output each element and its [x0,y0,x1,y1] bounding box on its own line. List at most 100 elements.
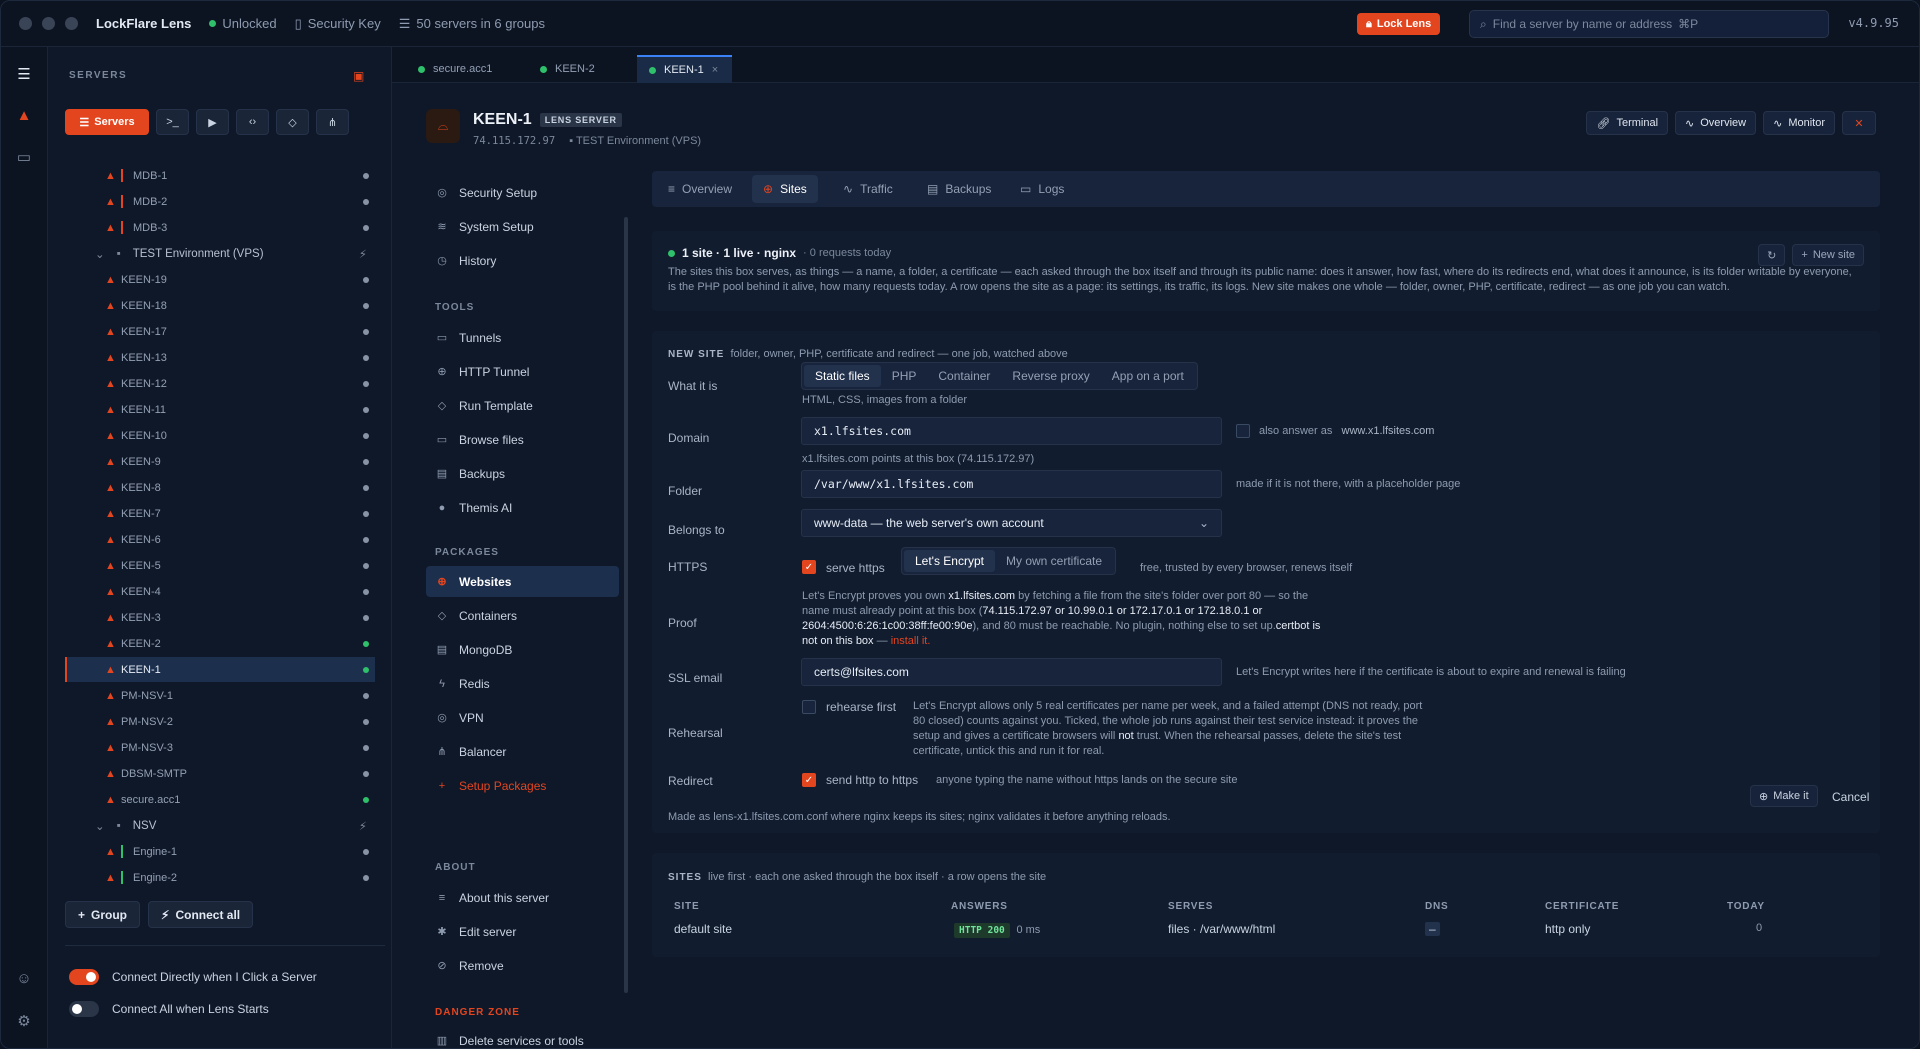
cert-option-my-own-certificate[interactable]: My own certificate [995,550,1113,572]
tab-keen-2[interactable]: KEEN-2 [528,55,646,83]
terminal-tool-button[interactable]: >_ [156,109,189,135]
code-tool-button[interactable]: ‹› [236,109,269,135]
server-row-pm-nsv-2[interactable]: ▲ PM-NSV-2 [65,709,375,734]
nav-item-mongodb[interactable]: ▤ MongoDB [426,634,619,665]
server-row-keen-19[interactable]: ▲ KEEN-19 [65,267,375,292]
add-group-button[interactable]: + Group [65,901,141,928]
nav-item-history[interactable]: ◷ History [426,245,619,276]
users-rail-icon[interactable]: ☺ [14,970,34,988]
redirect-checkbox[interactable]: ✓ [802,773,816,787]
server-row-keen-13[interactable]: ▲ KEEN-13 [65,345,375,370]
nav-item-run-template[interactable]: ◇ Run Template [426,390,619,421]
connect-all-start-toggle[interactable] [69,1001,99,1017]
server-row-keen-7[interactable]: ▲ KEEN-7 [65,501,375,526]
content-tab-sites[interactable]: ⊕ Sites [752,175,818,203]
minimize-window-button[interactable] [42,17,55,30]
nav-item-websites[interactable]: ⊕ Websites [426,566,619,597]
server-row-keen-8[interactable]: ▲ KEEN-8 [65,475,375,500]
connect-directly-toggle[interactable] [69,969,99,985]
content-tab-backups[interactable]: ▤ Backups [916,175,1002,203]
nav-item-about-this-server[interactable]: ≡ About this server [426,882,619,913]
refresh-button[interactable]: ↻ [1758,244,1786,266]
delete-services-item[interactable]: ▥ Delete services or tools [426,1025,619,1048]
nav-item-http-tunnel[interactable]: ⊕ HTTP Tunnel [426,356,619,387]
content-tab-logs[interactable]: ▭ Logs [1009,175,1075,203]
nav-item-backups[interactable]: ▤ Backups [426,458,619,489]
close-window-button[interactable] [19,17,32,30]
site-kind-app-on-a-port[interactable]: App on a port [1101,365,1195,387]
server-row-dbsm-smtp[interactable]: ▲ DBSM-SMTP [65,761,375,786]
nav-item-redis[interactable]: ϟ Redis [426,668,619,699]
server-search-input[interactable]: ⌕ Find a server by name or address ⌘P [1469,10,1829,38]
nav-item-tunnels[interactable]: ▭ Tunnels [426,322,619,353]
server-row-keen-11[interactable]: ▲ KEEN-11 [65,397,375,422]
owner-select[interactable]: www-data — the web server's own account ⌄ [801,509,1222,537]
folder-input[interactable]: /var/www/x1.lfsites.com [801,470,1222,498]
close-server-button[interactable]: ✕ [1842,111,1876,135]
sidebar-collapse-icon[interactable]: ▣ [353,69,364,83]
server-row-keen-2[interactable]: ▲ KEEN-2 [65,631,375,656]
server-row-engine-2[interactable]: ▲ Engine-2 [65,865,375,890]
flame-rail-icon[interactable]: ▲ [14,107,34,125]
nav-item-security-setup[interactable]: ◎ Security Setup [426,177,619,208]
terminal-button[interactable]: 🔗︎ Terminal [1586,111,1669,135]
settings-gear-icon[interactable]: ⚙ [14,1012,34,1030]
tab-keen-1[interactable]: KEEN-1 × [637,55,732,83]
server-row-pm-nsv-3[interactable]: ▲ PM-NSV-3 [65,735,375,760]
package-tool-button[interactable]: ◇ [276,109,309,135]
nav-item-vpn[interactable]: ◎ VPN [426,702,619,733]
site-kind-php[interactable]: PHP [881,365,928,387]
zoom-window-button[interactable] [65,17,78,30]
also-answer-checkbox[interactable] [1236,424,1250,438]
cancel-button[interactable]: Cancel [1832,790,1869,804]
server-row-keen-12[interactable]: ▲ KEEN-12 [65,371,375,396]
site-kind-static-files[interactable]: Static files [804,365,881,387]
server-group-test-environment-vps[interactable]: ⌄ ▪ TEST Environment (VPS) ⚡︎ [65,241,375,266]
server-row-keen-5[interactable]: ▲ KEEN-5 [65,553,375,578]
lock-lens-button[interactable]: 🔒︎ Lock Lens [1357,13,1441,35]
server-row-mdb-3[interactable]: ▲ MDB-3 [65,215,375,240]
server-row-secure-acc1[interactable]: ▲ secure.acc1 [65,787,375,812]
bolt-icon[interactable]: ⚡︎ [359,247,367,261]
server-row-mdb-2[interactable]: ▲ MDB-2 [65,189,375,214]
install-certbot-link[interactable]: install it. [891,635,931,647]
server-row-engine-1[interactable]: ▲ Engine-1 [65,839,375,864]
content-tab-overview[interactable]: ≡ Overview [657,175,743,203]
nav-item-containers[interactable]: ◇ Containers [426,600,619,631]
nav-item-browse-files[interactable]: ▭ Browse files [426,424,619,455]
nav-item-balancer[interactable]: ⋔ Balancer [426,736,619,767]
server-row-keen-9[interactable]: ▲ KEEN-9 [65,449,375,474]
chevron-down-icon[interactable]: ⌄ [95,819,105,833]
server-row-keen-1[interactable]: ▲ KEEN-1 [65,657,375,682]
site-kind-reverse-proxy[interactable]: Reverse proxy [1001,365,1100,387]
server-row-keen-3[interactable]: ▲ KEEN-3 [65,605,375,630]
make-it-button[interactable]: ⊕ Make it [1750,785,1818,807]
rehearse-first-checkbox[interactable] [802,700,816,714]
folder-rail-icon[interactable]: ▭ [14,148,34,166]
site-kind-container[interactable]: Container [927,365,1001,387]
close-tab-icon[interactable]: × [712,64,718,76]
nav-scrollbar[interactable] [624,217,628,993]
tab-secure-acc1[interactable]: secure.acc1 [406,55,524,83]
domain-input[interactable]: x1.lfsites.com [801,417,1222,445]
server-group-nsv[interactable]: ⌄ ▪ NSV ⚡︎ [65,813,375,838]
servers-button[interactable]: ☰ Servers [65,109,149,135]
server-row-keen-6[interactable]: ▲ KEEN-6 [65,527,375,552]
content-tab-traffic[interactable]: ∿ Traffic [832,175,904,203]
servers-rail-icon[interactable]: ☰ [14,65,34,83]
new-site-button[interactable]: + New site [1792,244,1864,266]
server-row-keen-18[interactable]: ▲ KEEN-18 [65,293,375,318]
chevron-down-icon[interactable]: ⌄ [95,247,105,261]
network-tool-button[interactable]: ⋔ [316,109,349,135]
cert-option-let-s-encrypt[interactable]: Let's Encrypt [904,550,995,572]
play-tool-button[interactable]: ▶ [196,109,229,135]
security-key-status[interactable]: ▯ Security Key [295,16,381,32]
monitor-button[interactable]: ∿ Monitor [1763,111,1835,135]
nav-item-themis-ai[interactable]: ● Themis AI [426,492,619,523]
nav-item-edit-server[interactable]: ✱ Edit server [426,916,619,947]
nav-item-remove[interactable]: ⊘ Remove [426,950,619,981]
bolt-icon[interactable]: ⚡︎ [359,819,367,833]
server-row-keen-4[interactable]: ▲ KEEN-4 [65,579,375,604]
nav-item-setup-packages[interactable]: + Setup Packages [426,770,619,801]
nav-item-system-setup[interactable]: ≋ System Setup [426,211,619,242]
